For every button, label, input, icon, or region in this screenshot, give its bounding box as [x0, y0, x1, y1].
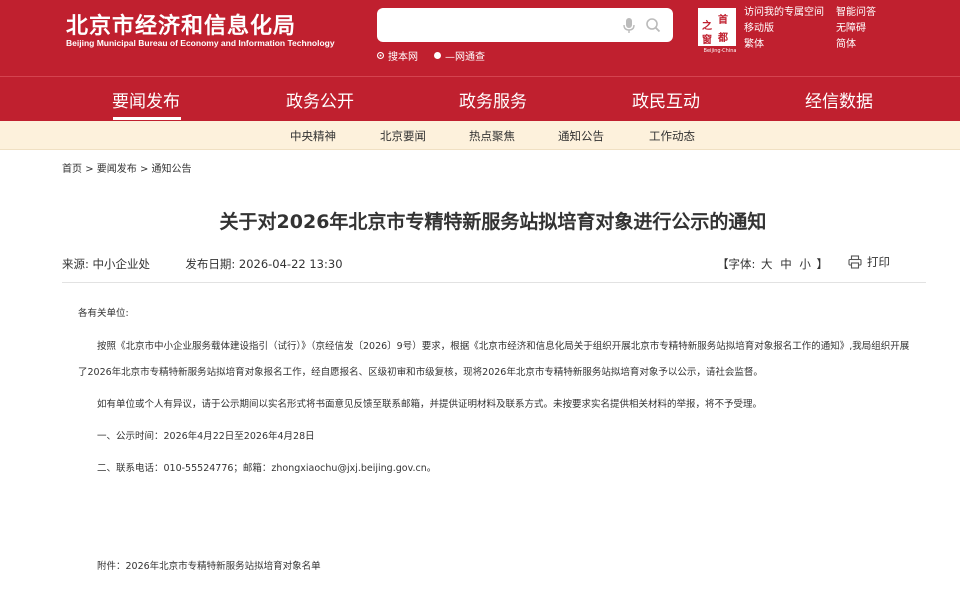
- link-accessibility[interactable]: 无障碍: [836, 22, 926, 36]
- scope-option-site[interactable]: 搜本网: [377, 48, 418, 63]
- site-title[interactable]: 北京市经济和信息化局: [66, 8, 296, 40]
- date-value: 2026-04-22 13:30: [238, 257, 343, 271]
- site-header: 北京市经济和信息化局 Beijing Municipal Bureau of E…: [0, 0, 960, 76]
- notice-item-contact: 二、联系电话：010-55524776；邮箱：zhongxiaochu@jxj.…: [97, 463, 437, 474]
- print-button[interactable]: 打印: [848, 254, 890, 270]
- breadcrumb-notices[interactable]: 通知公告: [152, 164, 192, 175]
- logo-char: 之: [702, 21, 712, 32]
- nav-news[interactable]: 要闻发布: [86, 87, 206, 112]
- link-traditional[interactable]: 繁体: [744, 38, 836, 52]
- nav-interaction[interactable]: 政民互动: [606, 87, 726, 112]
- breadcrumb: 首页 > 要闻发布 > 通知公告: [62, 160, 192, 175]
- sub-nav: 中央精神 北京要闻 热点聚焦 通知公告 工作动态: [0, 121, 960, 150]
- date-label: 发布日期:: [185, 257, 236, 271]
- top-links: 访问我的专属空间 智能问答 移动版 无障碍 繁体 简体: [744, 6, 944, 52]
- breadcrumb-news[interactable]: 要闻发布: [97, 164, 137, 175]
- site-subtitle: Beijing Municipal Bureau of Economy and …: [66, 38, 335, 48]
- search-icon[interactable]: [645, 17, 661, 33]
- nav-active-indicator: [113, 117, 181, 120]
- link-simplified[interactable]: 简体: [836, 38, 926, 52]
- subnav-notices[interactable]: 通知公告: [558, 128, 604, 144]
- scope-option-label: —网通查: [445, 52, 485, 63]
- article-meta: 来源: 中小企业处 发布日期: 2026-04-22 13:30: [62, 256, 343, 272]
- breadcrumb-separator: >: [85, 164, 94, 175]
- logo-char: 都: [718, 33, 728, 44]
- search-input[interactable]: [387, 15, 607, 35]
- link-mobile[interactable]: 移动版: [744, 22, 836, 36]
- font-size-close: 】: [816, 257, 829, 271]
- nav-data[interactable]: 经信数据: [779, 87, 899, 112]
- logo-tag: Beijing·China: [703, 48, 737, 54]
- printer-icon: [848, 255, 862, 269]
- microphone-icon[interactable]: [621, 17, 637, 35]
- logo-char: 首: [718, 15, 728, 26]
- radio-checked-icon: [377, 52, 384, 59]
- radio-unchecked-icon: [434, 52, 441, 59]
- nav-gov-service[interactable]: 政务服务: [433, 87, 553, 112]
- paragraph-1: 按照《北京市中小企业服务载体建设指引（试行）》（京经信发〔2026〕9号）要求，…: [78, 341, 910, 378]
- attachment-link[interactable]: 附件：2026年北京市专精特新服务站拟培育对象名单: [97, 559, 321, 575]
- divider: [62, 282, 926, 283]
- font-size-large[interactable]: 大: [761, 257, 773, 271]
- source-label: 来源:: [62, 257, 89, 271]
- link-personal-space[interactable]: 访问我的专属空间: [744, 6, 836, 20]
- search-scope: 搜本网 —网通查: [377, 48, 485, 63]
- subnav-beijing-news[interactable]: 北京要闻: [380, 128, 426, 144]
- nav-gov-open[interactable]: 政务公开: [260, 87, 380, 112]
- font-size-control: 【字体: 大 中 小 】: [717, 256, 828, 272]
- scope-option-all[interactable]: —网通查: [434, 48, 485, 63]
- capital-window-logo[interactable]: 首 都 之 窗 Beijing·China: [698, 8, 736, 54]
- breadcrumb-separator: >: [139, 164, 149, 175]
- salutation: 各有关单位:: [78, 308, 129, 319]
- font-size-small[interactable]: 小: [799, 257, 811, 271]
- scope-option-label: 搜本网: [388, 52, 418, 63]
- subnav-central[interactable]: 中央精神: [290, 128, 336, 144]
- logo-char: 窗: [702, 35, 712, 46]
- font-size-medium[interactable]: 中: [780, 257, 792, 271]
- link-smart-qa[interactable]: 智能问答: [836, 6, 926, 20]
- paragraph-2: 如有单位或个人有异议，请于公示期间以实名形式将书面意见反馈至联系邮箱，并提供证明…: [97, 399, 763, 410]
- font-size-label: 【字体:: [717, 257, 756, 271]
- breadcrumb-home[interactable]: 首页: [62, 164, 82, 175]
- subnav-hot-topics[interactable]: 热点聚焦: [469, 128, 515, 144]
- source-value: 中小企业处: [92, 257, 151, 271]
- notice-item-time: 一、公示时间：2026年4月22日至2026年4月28日: [97, 431, 315, 442]
- search-box: [377, 8, 673, 42]
- main-nav: 要闻发布 政务公开 政务服务 政民互动 经信数据: [0, 76, 960, 121]
- print-label: 打印: [867, 255, 890, 269]
- subnav-work-updates[interactable]: 工作动态: [649, 128, 695, 144]
- article-title: 关于对2026年北京市专精特新服务站拟培育对象进行公示的通知: [219, 211, 767, 233]
